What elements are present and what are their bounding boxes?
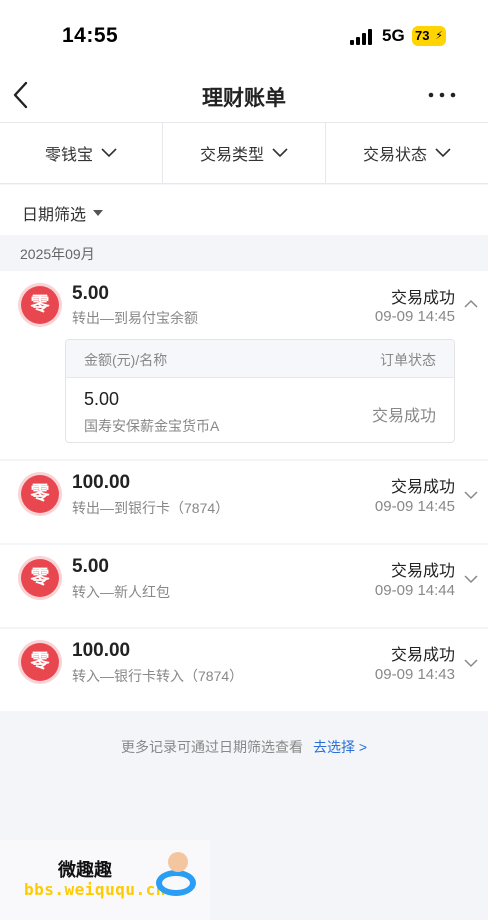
more-options-button[interactable] — [424, 82, 460, 110]
swim-ring-icon — [156, 870, 196, 896]
date-filter-row: 日期筛选 — [0, 185, 488, 235]
record-item[interactable]: 零 100.00 转入—银行卡转入（7874） 交易成功 09-09 14:43 — [0, 629, 488, 711]
mascot-icon — [168, 852, 188, 872]
triangle-down-icon — [93, 210, 104, 216]
more-records-text: 更多记录可通过日期筛选查看 — [120, 739, 303, 755]
network-type: 5G — [382, 26, 405, 45]
more-records-tip: 更多记录可通过日期筛选查看 去选择 > — [0, 737, 488, 757]
record-desc: 转出—到易付宝余额 — [72, 310, 198, 326]
chevron-down-icon[interactable] — [464, 572, 478, 586]
filter-product[interactable]: 零钱宝 — [0, 123, 163, 183]
record-amount: 5.00 — [72, 283, 109, 304]
chevron-down-icon[interactable] — [464, 488, 478, 502]
page-title: 理财账单 — [202, 87, 286, 110]
filter-type[interactable]: 交易类型 — [163, 123, 326, 183]
chevron-down-icon — [272, 148, 288, 158]
detail-header: 金额(元)/名称 订单状态 — [66, 340, 454, 378]
record-desc: 转入—银行卡转入（7874） — [72, 668, 244, 684]
record-item[interactable]: 零 100.00 转出—到银行卡（7874） 交易成功 09-09 14:45 — [0, 461, 488, 543]
record-status: 交易成功 — [390, 290, 455, 307]
filter-product-label: 零钱宝 — [44, 147, 93, 164]
more-dots-icon — [428, 92, 456, 98]
detail-fund-name: 国寿安保薪金宝货币A — [84, 418, 220, 434]
record-detail-panel: 金额(元)/名称 订单状态 5.00 国寿安保薪金宝货币A 交易成功 — [65, 339, 455, 443]
record-desc: 转出—到银行卡（7874） — [72, 500, 230, 516]
record-time: 09-09 14:45 — [374, 498, 455, 515]
record-status: 交易成功 — [390, 563, 455, 580]
battery-icon: 73 ⚡ — [412, 26, 446, 46]
detail-col-amount-name: 金额(元)/名称 — [84, 352, 168, 368]
record-status: 交易成功 — [390, 479, 455, 496]
chevron-up-icon[interactable] — [464, 297, 478, 311]
watermark-url: bbs.weiququ.cn — [24, 880, 166, 899]
date-filter-button[interactable]: 日期筛选 — [22, 201, 104, 225]
record-amount: 100.00 — [72, 640, 131, 661]
lingqianbao-logo-icon: 零 — [21, 475, 59, 513]
charging-icon: ⚡ — [435, 30, 443, 42]
lingqianbao-logo-icon: 零 — [21, 286, 59, 324]
watermark: 微趣趣 bbs.weiququ.cn — [0, 840, 210, 920]
date-filter-label: 日期筛选 — [22, 207, 87, 224]
detail-amount: 5.00 — [84, 389, 120, 409]
filter-status-label: 交易状态 — [362, 147, 427, 164]
lingqianbao-logo-icon: 零 — [21, 559, 59, 597]
record-time: 09-09 14:45 — [374, 308, 455, 325]
detail-col-status: 订单状态 — [380, 352, 436, 368]
nav-bar: 理财账单 — [0, 70, 488, 122]
chevron-down-icon[interactable] — [464, 656, 478, 670]
chevron-down-icon — [101, 148, 117, 158]
watermark-title: 微趣趣 — [58, 860, 112, 880]
lingqianbao-logo-icon: 零 — [21, 643, 59, 681]
record-desc: 转入—新人红包 — [72, 584, 170, 600]
filter-bar: 零钱宝 交易类型 交易状态 — [0, 122, 488, 184]
signal-icon — [350, 29, 376, 45]
filter-status[interactable]: 交易状态 — [326, 123, 488, 183]
status-bar: 14:55 5G 73 ⚡ — [0, 0, 488, 70]
record-time: 09-09 14:43 — [374, 666, 455, 683]
record-item[interactable]: 零 5.00 转入—新人红包 交易成功 09-09 14:44 — [0, 545, 488, 627]
go-select-link[interactable]: 去选择 > — [313, 739, 367, 755]
record-status: 交易成功 — [390, 647, 455, 664]
month-header: 2025年09月 — [20, 246, 95, 262]
record-amount: 5.00 — [72, 556, 109, 577]
status-time: 14:55 — [62, 24, 119, 47]
record-time: 09-09 14:44 — [374, 582, 455, 599]
record-amount: 100.00 — [72, 472, 131, 493]
detail-status: 交易成功 — [371, 408, 436, 425]
filter-type-label: 交易类型 — [199, 147, 264, 164]
battery-level: 73 — [415, 28, 430, 43]
chevron-down-icon — [435, 148, 451, 158]
